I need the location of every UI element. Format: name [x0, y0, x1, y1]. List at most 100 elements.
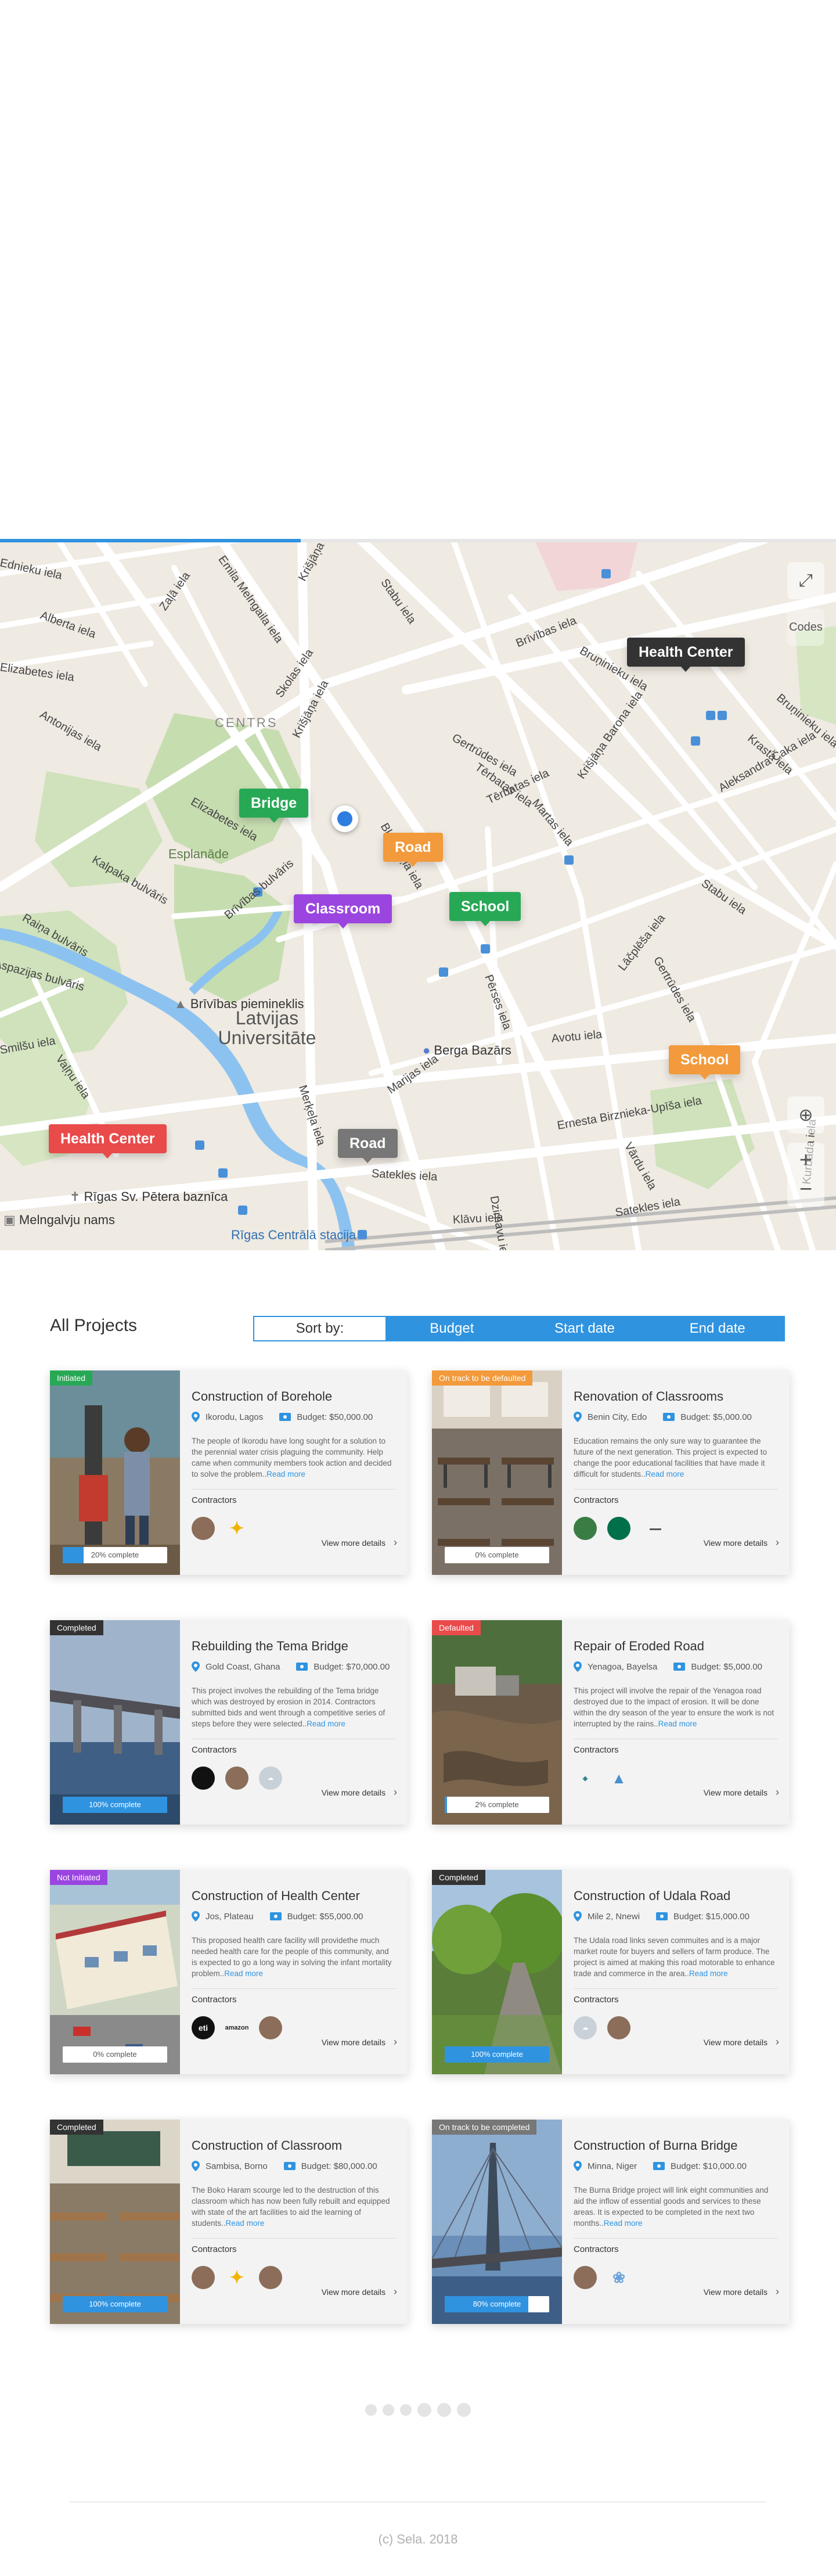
view-more-details-link[interactable]: View more details › — [322, 2286, 397, 2298]
progress-bar: 20% complete — [63, 1547, 167, 1563]
money-icon — [673, 1663, 686, 1671]
project-title[interactable]: Construction of Health Center — [192, 1887, 396, 1905]
project-title[interactable]: Rebuilding the Tema Bridge — [192, 1638, 396, 1655]
map-pin-road[interactable]: Road — [338, 1129, 398, 1163]
map-pin-health-center[interactable]: Health Center — [49, 1124, 167, 1159]
contractor-amazon-logo[interactable]: amazon — [225, 2016, 248, 2039]
page-dot[interactable] — [400, 2404, 412, 2416]
view-more-details-link[interactable]: View more details › — [322, 1786, 397, 1798]
status-badge: Not Initiated — [50, 1870, 107, 1885]
map-pin-health-center[interactable]: Health Center — [627, 638, 745, 672]
read-more-link[interactable]: Read more — [646, 1470, 684, 1478]
chevron-right-icon: › — [776, 2036, 779, 2048]
status-badge: Completed — [432, 1870, 485, 1885]
map-pin-school[interactable]: School — [669, 1045, 741, 1080]
card-body: Construction of Borehole Ikorodu, Lagos Bu… — [192, 1388, 396, 1505]
view-more-details-link[interactable]: View more details › — [704, 2286, 779, 2298]
progress-text: 2% complete — [475, 1800, 519, 1809]
status-badge: Completed — [50, 1620, 103, 1635]
read-more-link[interactable]: Read more — [226, 2219, 265, 2228]
project-card[interactable]: Completed 100% complete Rebuilding the Tem… — [50, 1620, 408, 1825]
page-dot[interactable] — [417, 2403, 431, 2417]
zoom-in-button[interactable]: + — [799, 1149, 812, 1171]
sort-start-date-button[interactable]: Start date — [518, 1317, 651, 1340]
contractor-person-avatar[interactable] — [607, 2016, 630, 2039]
read-more-link[interactable]: Read more — [689, 1969, 728, 1978]
contractor-company-logo[interactable]: ◈ — [574, 1766, 597, 1790]
project-title[interactable]: Repair of Eroded Road — [574, 1638, 778, 1655]
location-pin-icon — [574, 1412, 582, 1422]
page-dot[interactable] — [365, 2404, 377, 2416]
project-card[interactable]: On track to be completed 80% complete Cons… — [432, 2120, 790, 2324]
contractor-salesforce-logo[interactable]: ☁ — [574, 2016, 597, 2039]
page-dot[interactable] — [457, 2403, 471, 2417]
project-card[interactable]: Completed 100% complete Construction of Cl… — [50, 2120, 408, 2324]
page-dot[interactable] — [383, 2404, 394, 2416]
project-card[interactable]: Completed 100% complete Construction of Ud… — [432, 1870, 790, 2074]
contractor-person-avatar[interactable] — [574, 2266, 597, 2289]
page-dot[interactable] — [437, 2403, 451, 2417]
sort-end-date-button[interactable]: End date — [651, 1317, 784, 1340]
codes-label: Codes — [789, 620, 823, 634]
contractor-starbucks-logo[interactable] — [607, 1517, 630, 1540]
view-more-details-link[interactable]: View more details › — [322, 2036, 397, 2048]
read-more-link[interactable]: Read more — [266, 1470, 305, 1478]
contractor-black-logo[interactable] — [192, 1766, 215, 1790]
project-card[interactable]: Initiated 20% complete Construction of Bor… — [50, 1370, 408, 1575]
contractor-sela-logo[interactable]: ✦ — [225, 1517, 248, 1540]
project-title[interactable]: Renovation of Classrooms — [574, 1388, 778, 1405]
project-title[interactable]: Construction of Udala Road — [574, 1887, 778, 1905]
poi-label: ✝ Rīgas Sv. Pētera baznīca — [70, 1189, 228, 1204]
codes-button[interactable]: Codes — [787, 609, 824, 646]
location-pin-icon — [574, 1911, 582, 1922]
project-budget: Budget: $50,000.00 — [297, 1412, 373, 1422]
sort-budget-button[interactable]: Budget — [385, 1317, 518, 1340]
poi-name: Berga Bazārs — [434, 1043, 511, 1057]
contractor-person-avatar[interactable] — [225, 1766, 248, 1790]
locate-icon[interactable]: ⊕ — [787, 1096, 824, 1134]
view-more-details-link[interactable]: View more details › — [704, 2036, 779, 2048]
project-budget: Budget: $55,000.00 — [287, 1911, 363, 1922]
progress-bar: 100% complete — [445, 2046, 549, 2063]
map-pin-bridge[interactable]: Bridge — [239, 789, 309, 823]
project-card[interactable]: Defaulted 2% complete Repair of Eroded Roa… — [432, 1620, 790, 1825]
contractor-person-avatar[interactable] — [192, 1517, 215, 1540]
project-title[interactable]: Construction of Borehole — [192, 1388, 396, 1405]
map-pin-road[interactable]: Road — [383, 833, 443, 867]
read-more-link[interactable]: Read more — [307, 1719, 345, 1728]
map-pin-classroom[interactable]: Classroom — [294, 894, 392, 929]
project-card[interactable]: On track to be defaulted 0% complete Renov… — [432, 1370, 790, 1575]
contractor-salesforce-logo[interactable]: ☁ — [259, 1766, 282, 1790]
project-meta: Mile 2, Nnewi Budget: $15,000.00 — [574, 1909, 778, 1923]
read-more-link[interactable]: Read more — [224, 1969, 263, 1978]
project-title[interactable]: Construction of Burna Bridge — [574, 2137, 778, 2154]
contractor-eti-logo[interactable]: eti — [192, 2016, 215, 2039]
contractor-person-avatar[interactable] — [192, 2266, 215, 2289]
contractor-sela-logo[interactable]: ✦ — [225, 2266, 248, 2289]
progress-text: 20% complete — [91, 1550, 139, 1559]
project-card[interactable]: Not Initiated 0% complete Construction of … — [50, 1870, 408, 2074]
contractor-person-avatar[interactable] — [259, 2016, 282, 2039]
view-more-details-link[interactable]: View more details › — [322, 1537, 397, 1549]
contractor-mountain-logo[interactable]: ▲ — [607, 1766, 630, 1790]
project-title[interactable]: Construction of Classroom — [192, 2137, 396, 2154]
contractor-person-avatar[interactable] — [259, 2266, 282, 2289]
project-map[interactable]: Ednieku iela Alberta iela Elizabetes iela A… — [0, 539, 836, 1250]
read-more-link[interactable]: Read more — [604, 2219, 643, 2228]
contractor-baby-logo[interactable]: ❀ — [607, 2266, 630, 2289]
location-pin-icon — [574, 1661, 582, 1672]
contractors-label: Contractors — [574, 1995, 619, 2005]
map-pin-school[interactable]: School — [449, 892, 521, 926]
contractor-green-logo[interactable] — [574, 1517, 597, 1540]
contractor-firm-logo[interactable]: ▬▬ — [641, 1517, 670, 1540]
view-more-details-link[interactable]: View more details › — [704, 1537, 779, 1549]
chevron-right-icon: › — [394, 1537, 397, 1548]
card-divider — [192, 1489, 396, 1490]
contractor-logos: ☁ — [192, 1766, 293, 1790]
expand-icon[interactable]: ⤢ — [787, 562, 824, 599]
card-divider — [574, 1988, 778, 1989]
project-location: Ikorodu, Lagos — [206, 1412, 264, 1422]
view-more-details-link[interactable]: View more details › — [704, 1786, 779, 1798]
read-more-link[interactable]: Read more — [658, 1719, 697, 1728]
zoom-out-button[interactable]: − — [799, 1178, 812, 1200]
